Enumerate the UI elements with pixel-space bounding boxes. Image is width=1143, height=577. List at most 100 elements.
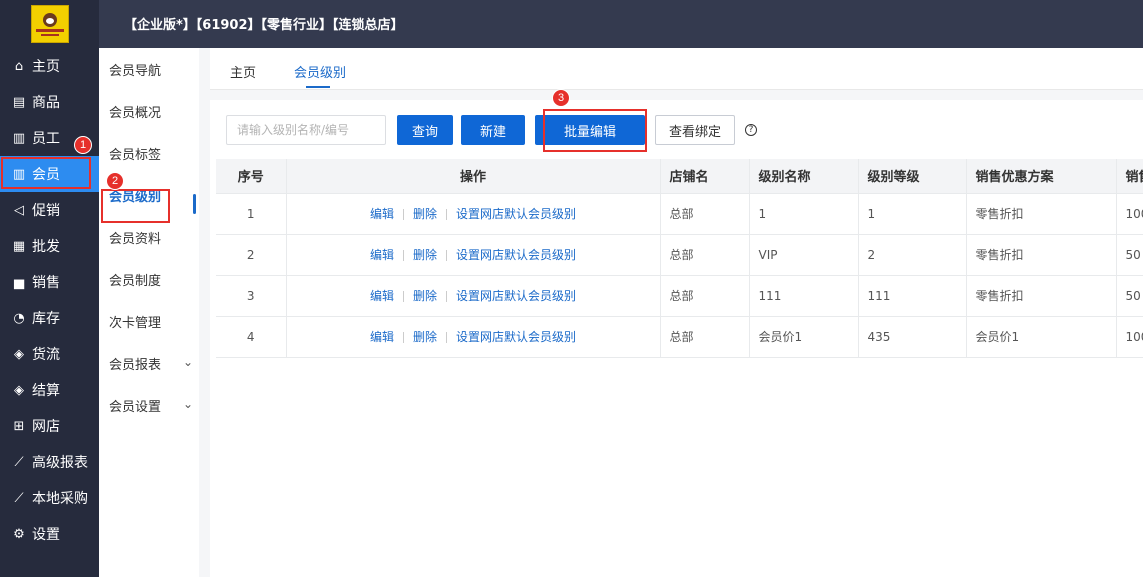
- cell-sale: 50: [1116, 234, 1143, 276]
- delete-link[interactable]: 删除: [413, 330, 437, 344]
- cell-sale: 100: [1116, 193, 1143, 235]
- sidebar-item-settings[interactable]: ⚙ 设置: [0, 516, 99, 552]
- home-icon: ⌂: [14, 58, 24, 74]
- level-search-input[interactable]: [226, 115, 386, 145]
- cell-actions: 编辑 删除 设置网店默认会员级别: [286, 234, 661, 276]
- tab-home[interactable]: 主页: [230, 62, 256, 81]
- subnav-item-card-management[interactable]: 次卡管理: [99, 300, 199, 342]
- sidebar-item-label: 销售: [32, 275, 60, 291]
- cell-sale: 50: [1116, 275, 1143, 317]
- edit-link[interactable]: 编辑: [370, 289, 394, 303]
- column-header: 级别等级: [858, 159, 967, 194]
- sidebar-item-goods[interactable]: ▤ 商品: [0, 84, 99, 120]
- cell-store: 总部: [660, 234, 750, 276]
- cell-discount-plan: 零售折扣: [966, 234, 1117, 276]
- subnav-item-member-settings[interactable]: 会员设置 ⌄: [99, 384, 199, 426]
- divider: [446, 291, 447, 302]
- sidebar-item-online-store[interactable]: ⊞ 网店: [0, 408, 99, 444]
- column-header: 操作: [286, 159, 661, 194]
- cell-discount-plan: 零售折扣: [966, 275, 1117, 317]
- trend-icon: ⟋: [14, 490, 24, 506]
- cell-actions: 编辑 删除 设置网店默认会员级别: [286, 275, 661, 317]
- shop-icon: ▤: [12, 94, 26, 110]
- cell-level-name: 1: [749, 193, 859, 235]
- pie-chart-icon: ◔: [13, 310, 25, 326]
- tab-bar: 主页 会员级别: [210, 48, 1143, 90]
- chevron-down-icon: ⌄: [182, 397, 193, 411]
- bar-chart-icon: ▅: [14, 274, 24, 290]
- member-level-table: 序号 操作 店铺名 级别名称 级别等级 销售优惠方案 销售 1 编辑删除设置网店…: [216, 159, 1143, 358]
- divider: [446, 250, 447, 261]
- delete-link[interactable]: 删除: [413, 289, 437, 303]
- list-icon: ▦: [12, 238, 26, 254]
- top-header: 【企业版*】【61902】【零售行业】【连锁总店】: [0, 0, 1143, 48]
- set-default-level-link[interactable]: 设置网店默认会员级别: [456, 330, 576, 344]
- subnav-item-member-nav[interactable]: 会员导航: [99, 48, 199, 90]
- logo-mark-line: [40, 33, 59, 36]
- column-header: 序号: [216, 159, 287, 194]
- table-row: 4 编辑 删除 设置网店默认会员级别 总部 会员价1 435 会员价1 100: [216, 316, 1143, 358]
- edit-link[interactable]: 编辑: [370, 207, 394, 221]
- subnav-item-member-report[interactable]: 会员报表 ⌄: [99, 342, 199, 384]
- cell-sale: 100: [1116, 316, 1143, 358]
- delete-link[interactable]: 删除: [413, 207, 437, 221]
- column-header: 店铺名: [660, 159, 750, 194]
- divider: [402, 332, 404, 343]
- view-binding-button[interactable]: 查看绑定: [655, 115, 735, 145]
- cell-level-grade: 435: [858, 316, 967, 358]
- edit-link[interactable]: 编辑: [370, 330, 394, 344]
- logo-area: [0, 0, 99, 48]
- table-row: 2 编辑 删除 设置网店默认会员级别 总部 VIP 2 零售折扣 50: [216, 234, 1143, 276]
- divider: [446, 209, 447, 220]
- annotation-badge-1: 1: [74, 136, 92, 154]
- sidebar-item-label: 批发: [32, 239, 60, 255]
- sidebar-item-logistics[interactable]: ◈ 货流: [0, 336, 99, 372]
- sidebar-item-promotion[interactable]: ◁ 促销: [0, 192, 99, 228]
- sidebar-item-local-purchase[interactable]: ⟋ 本地采购: [0, 480, 99, 516]
- logo[interactable]: [30, 5, 69, 43]
- new-button[interactable]: 新建: [461, 115, 525, 145]
- cube-icon: ◈: [14, 346, 24, 362]
- sidebar-item-label: 高级报表: [32, 455, 88, 471]
- sidebar-item-label: 促销: [32, 203, 60, 219]
- header-title: 【企业版*】【61902】【零售行业】【连锁总店】: [124, 18, 404, 33]
- set-default-level-link[interactable]: 设置网店默认会员级别: [456, 207, 576, 221]
- sidebar-item-label: 结算: [32, 383, 60, 399]
- cell-level-grade: 2: [858, 234, 967, 276]
- member-subnav: 会员导航 会员概况 会员标签 会员级别 会员资料 会员制度 次卡管理 会员报表 ⌄…: [99, 48, 199, 577]
- sidebar-item-label: 主页: [32, 59, 60, 75]
- cell-store: 总部: [660, 316, 750, 358]
- sidebar-item-settlement[interactable]: ◈ 结算: [0, 372, 99, 408]
- column-header: 销售优惠方案: [966, 159, 1117, 194]
- subnav-item-member-tags[interactable]: 会员标签: [99, 132, 199, 174]
- divider: [402, 250, 404, 261]
- annotation-box-batch-edit: [543, 109, 647, 152]
- set-default-level-link[interactable]: 设置网店默认会员级别: [456, 289, 576, 303]
- edit-link[interactable]: 编辑: [370, 248, 394, 262]
- active-indicator: [193, 194, 196, 214]
- annotation-box-member: [1, 157, 91, 189]
- table-row: 3 编辑 删除 设置网店默认会员级别 总部 111 111 零售折扣 50: [216, 275, 1143, 317]
- sidebar-item-sales[interactable]: ▅ 销售: [0, 264, 99, 300]
- sidebar-item-advanced-report[interactable]: ⟋ 高级报表: [0, 444, 99, 480]
- cell-level-grade: 1: [858, 193, 967, 235]
- sidebar-item-wholesale[interactable]: ▦ 批发: [0, 228, 99, 264]
- tab-active-underline: [306, 86, 330, 88]
- tab-member-level[interactable]: 会员级别: [294, 62, 346, 81]
- delete-link[interactable]: 删除: [413, 248, 437, 262]
- sidebar-item-label: 商品: [32, 95, 60, 111]
- settle-icon: ◈: [14, 382, 24, 398]
- divider: [446, 332, 447, 343]
- query-button[interactable]: 查询: [397, 115, 453, 145]
- cell-level-name: 会员价1: [749, 316, 859, 358]
- cell-discount-plan: 会员价1: [966, 316, 1117, 358]
- id-card-icon: ▥: [12, 130, 26, 146]
- sidebar-item-home[interactable]: ⌂ 主页: [0, 48, 99, 84]
- subnav-item-member-policy[interactable]: 会员制度: [99, 258, 199, 300]
- cell-no: 1: [216, 193, 287, 235]
- sidebar-item-inventory[interactable]: ◔ 库存: [0, 300, 99, 336]
- help-icon[interactable]: ?: [745, 124, 757, 136]
- line-chart-icon: ⟋: [14, 454, 24, 470]
- set-default-level-link[interactable]: 设置网店默认会员级别: [456, 248, 576, 262]
- subnav-item-member-overview[interactable]: 会员概况: [99, 90, 199, 132]
